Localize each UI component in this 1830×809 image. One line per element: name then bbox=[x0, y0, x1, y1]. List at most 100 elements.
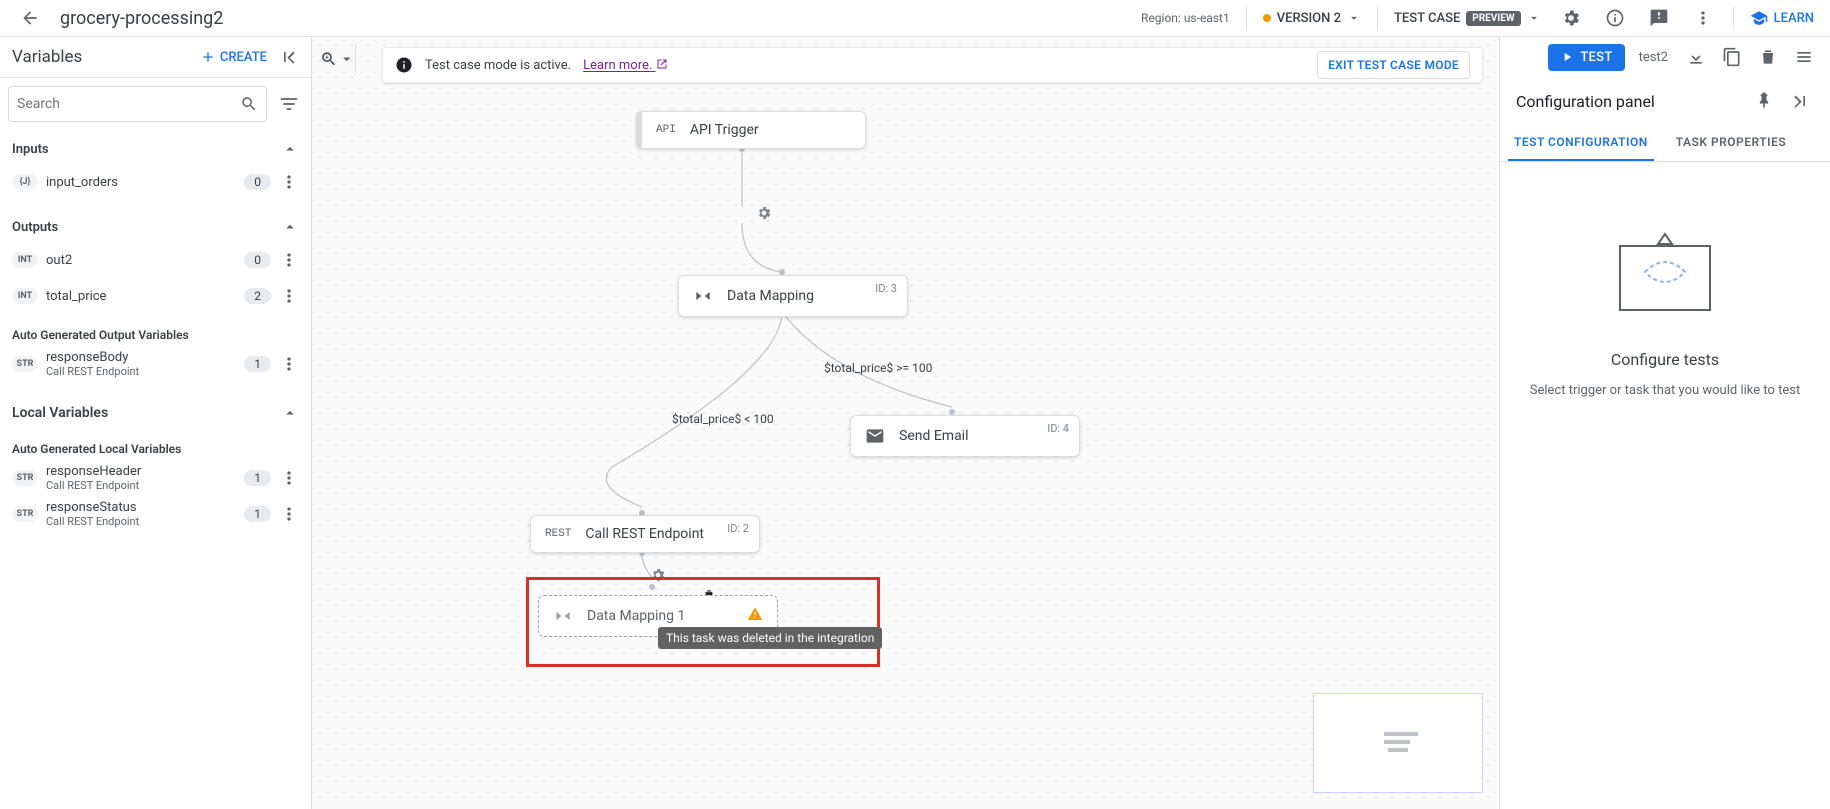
variable-row[interactable]: INT total_price 2 bbox=[0, 278, 311, 314]
collapse-left-icon bbox=[279, 47, 299, 67]
variable-row[interactable]: INT out2 0 bbox=[0, 242, 311, 278]
version-label: VERSION 2 bbox=[1277, 11, 1341, 26]
type-chip: INT bbox=[12, 288, 38, 304]
learn-icon bbox=[1750, 9, 1768, 27]
auto-output-subheader: Auto Generated Output Variables bbox=[0, 314, 311, 346]
variable-name: responseBody bbox=[46, 350, 139, 365]
region-label: Region: us-east1 bbox=[1141, 11, 1230, 25]
variable-menu-button[interactable] bbox=[275, 168, 303, 196]
search-input[interactable] bbox=[17, 96, 240, 112]
more-button[interactable] bbox=[1689, 4, 1717, 32]
version-selector[interactable]: VERSION 2 bbox=[1263, 11, 1361, 26]
mapping-icon bbox=[693, 286, 713, 306]
tab-test-configuration[interactable]: TEST CONFIGURATION bbox=[1508, 125, 1654, 161]
mapping-icon bbox=[553, 606, 573, 626]
api-icon: API bbox=[656, 124, 676, 136]
info-button[interactable] bbox=[1601, 4, 1629, 32]
exit-test-mode-button[interactable]: EXIT TEST CASE MODE bbox=[1317, 51, 1470, 79]
section-label: Local Variables bbox=[12, 405, 108, 421]
variable-source: Call REST Endpoint bbox=[46, 515, 139, 528]
config-panel-title: Configuration panel bbox=[1516, 92, 1742, 111]
list-button[interactable] bbox=[1790, 43, 1818, 71]
variable-source: Call REST Endpoint bbox=[46, 365, 139, 378]
variable-name: input_orders bbox=[46, 175, 118, 190]
config-tabs: TEST CONFIGURATION TASK PROPERTIES bbox=[1500, 125, 1830, 162]
node-label: Call REST Endpoint bbox=[585, 526, 704, 542]
node-data-mapping[interactable]: Data Mapping ID: 3 bbox=[678, 275, 908, 317]
collapse-panel-button[interactable] bbox=[275, 43, 303, 71]
run-test-button[interactable]: TEST bbox=[1548, 44, 1624, 71]
caret-down-icon bbox=[1527, 11, 1541, 25]
node-label: Data Mapping bbox=[727, 288, 814, 304]
edge-condition-label: $total_price$ < 100 bbox=[672, 412, 774, 426]
settings-button[interactable] bbox=[1557, 4, 1585, 32]
test-name-label[interactable]: test2 bbox=[1633, 50, 1674, 65]
test-button-label: TEST bbox=[1580, 50, 1612, 65]
learn-more-link[interactable]: Learn more. bbox=[583, 58, 667, 73]
variable-row[interactable]: STR responseBody Call REST Endpoint 1 bbox=[0, 346, 311, 382]
type-chip: INT bbox=[12, 252, 38, 268]
node-call-rest[interactable]: REST Call REST Endpoint ID: 2 bbox=[530, 515, 760, 553]
play-icon bbox=[1560, 50, 1574, 64]
filter-button[interactable] bbox=[275, 90, 303, 118]
usage-count: 1 bbox=[244, 356, 271, 372]
variable-row[interactable]: STR responseStatus Call REST Endpoint 1 bbox=[0, 496, 311, 532]
variable-menu-button[interactable] bbox=[275, 500, 303, 528]
info-icon bbox=[1605, 8, 1625, 28]
warning-icon bbox=[747, 606, 763, 626]
node-api-trigger[interactable]: API API Trigger bbox=[636, 111, 866, 149]
variable-row[interactable]: {J} input_orders 0 bbox=[0, 164, 311, 200]
variable-menu-button[interactable] bbox=[275, 246, 303, 274]
variable-menu-button[interactable] bbox=[275, 350, 303, 378]
testcase-label: TEST CASE bbox=[1394, 11, 1460, 26]
separator bbox=[1377, 6, 1378, 30]
pin-icon bbox=[1754, 91, 1774, 111]
type-chip: STR bbox=[12, 356, 38, 372]
variable-row[interactable]: STR responseHeader Call REST Endpoint 1 bbox=[0, 460, 311, 496]
copy-button[interactable] bbox=[1718, 43, 1746, 71]
variable-menu-button[interactable] bbox=[275, 282, 303, 310]
zoom-button[interactable] bbox=[320, 41, 356, 77]
canvas[interactable]: Test case mode is active. Learn more. EX… bbox=[312, 37, 1500, 809]
variables-title: Variables bbox=[12, 47, 192, 67]
empty-state-title: Configure tests bbox=[1611, 350, 1719, 369]
trash-icon bbox=[1758, 47, 1778, 67]
learn-label: LEARN bbox=[1774, 11, 1814, 26]
gear-icon bbox=[756, 205, 772, 221]
variable-menu-button[interactable] bbox=[275, 464, 303, 492]
expand-panel-button[interactable] bbox=[1786, 87, 1814, 115]
variable-name: responseHeader bbox=[46, 464, 141, 479]
delete-button[interactable] bbox=[1754, 43, 1782, 71]
section-label: Inputs bbox=[12, 142, 49, 157]
node-send-email[interactable]: Send Email ID: 4 bbox=[850, 415, 1080, 457]
local-section-header[interactable]: Local Variables bbox=[0, 382, 311, 428]
test-mode-banner: Test case mode is active. Learn more. EX… bbox=[382, 47, 1483, 83]
kebab-icon bbox=[279, 172, 299, 192]
testcase-selector[interactable]: TEST CASE PREVIEW bbox=[1394, 11, 1541, 26]
variables-search[interactable] bbox=[8, 86, 267, 122]
download-button[interactable] bbox=[1682, 43, 1710, 71]
minimap[interactable] bbox=[1313, 693, 1483, 793]
pin-panel-button[interactable] bbox=[1750, 87, 1778, 115]
node-label: Data Mapping 1 bbox=[587, 608, 685, 624]
variable-name: responseStatus bbox=[46, 500, 139, 515]
create-variable-button[interactable]: CREATE bbox=[200, 49, 267, 65]
email-icon bbox=[865, 426, 885, 446]
type-chip: {J} bbox=[12, 174, 38, 190]
filter-icon bbox=[279, 94, 299, 114]
usage-count: 0 bbox=[244, 174, 271, 190]
inputs-section-header[interactable]: Inputs bbox=[0, 130, 311, 164]
tab-task-properties[interactable]: TASK PROPERTIES bbox=[1670, 125, 1792, 161]
outputs-section-header[interactable]: Outputs bbox=[0, 200, 311, 242]
kebab-icon bbox=[279, 250, 299, 270]
gear-icon bbox=[1561, 8, 1581, 28]
learn-button[interactable]: LEARN bbox=[1750, 9, 1814, 27]
node-id: ID: 3 bbox=[875, 282, 897, 295]
usage-count: 1 bbox=[244, 470, 271, 486]
kebab-icon bbox=[279, 354, 299, 374]
kebab-icon bbox=[279, 504, 299, 524]
back-button[interactable] bbox=[16, 4, 44, 32]
chevron-up-icon bbox=[281, 404, 299, 422]
edge-settings-button[interactable] bbox=[756, 205, 772, 225]
feedback-button[interactable] bbox=[1645, 4, 1673, 32]
